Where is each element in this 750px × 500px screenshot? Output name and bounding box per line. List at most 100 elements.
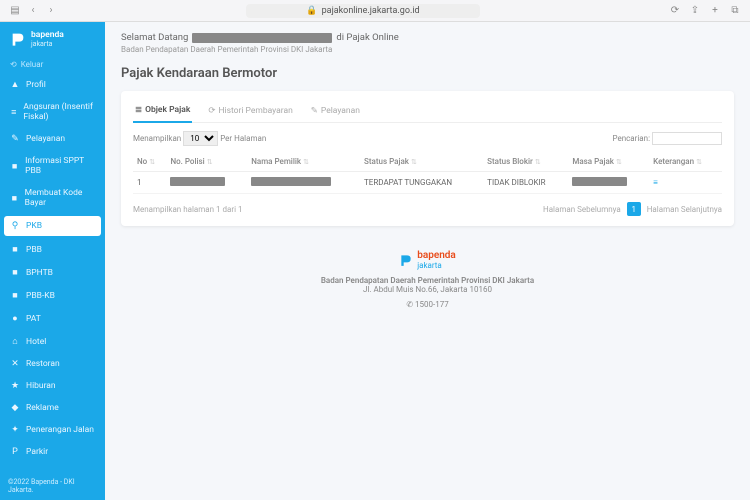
menu-icon: ⌂: [10, 336, 20, 347]
menu-icon: ●: [10, 313, 20, 324]
sidebar-item-hiburan[interactable]: ★ Hiburan: [0, 375, 105, 397]
footer-brand2: jakarta: [417, 261, 456, 270]
search-label: Pencarian:: [612, 134, 650, 143]
menu-icon: ✕: [10, 359, 20, 369]
footer-addr: Jl. Abdul Muis No.66, Jakarta 10160: [121, 285, 734, 294]
sidebar-item-pat[interactable]: ● PAT: [0, 307, 105, 330]
menu-label: Angsuran (Insentif Fiskal): [23, 102, 95, 122]
brand-logo: bapenda jakarta: [0, 22, 105, 56]
menu-icon: ⚲: [10, 221, 20, 231]
sidebar-item-informasi-sppt-pbb[interactable]: ■Informasi SPPT PBB: [0, 150, 105, 182]
welcome-pre: Selamat Datang: [121, 32, 188, 43]
content-card: ≣Objek Pajak ⟳Histori Pembayaran ✎Pelayana…: [121, 91, 734, 226]
tab-objek-pajak[interactable]: ≣Objek Pajak: [133, 101, 192, 123]
col-nama-pemilik[interactable]: Nama Pemilik⇅: [247, 152, 360, 172]
address-bar[interactable]: 🔒 pajakonline.jakarta.go.id: [246, 4, 479, 18]
sidebar-item-pelayanan[interactable]: ✎Pelayanan: [0, 128, 105, 150]
page-number[interactable]: 1: [627, 202, 641, 216]
sidebar-toggle-icon[interactable]: ▤: [8, 4, 22, 18]
sidebar-item-penerangan-jalan[interactable]: ✦Penerangan Jalan: [0, 419, 105, 441]
back-icon[interactable]: ‹: [26, 4, 40, 18]
col-no[interactable]: No⇅: [133, 152, 166, 172]
cell-no: 1: [133, 172, 166, 194]
col-masa-pajak[interactable]: Masa Pajak⇅: [568, 152, 649, 172]
tab-icon: ⟳: [208, 106, 215, 116]
sidebar-item-bphtb[interactable]: ■ BPHTB: [0, 261, 105, 284]
sidebar-item-membuat-kode-bayar[interactable]: ■ Membuat Kode Bayar: [0, 182, 105, 214]
sidebar-item-profil[interactable]: ▲Profil: [0, 73, 105, 96]
menu-label: PBB-KB: [26, 291, 55, 301]
sidebar-item-pkb[interactable]: ⚲PKB: [4, 216, 101, 236]
col-keterangan[interactable]: Keterangan⇅: [649, 152, 722, 172]
main-content: Selamat Datang di Pajak Online Badan Pen…: [105, 22, 750, 500]
tab-label: Histori Pembayaran: [218, 106, 292, 116]
col-status-blokir[interactable]: Status Blokir⇅: [483, 152, 568, 172]
logout-icon: ⟲: [10, 60, 17, 69]
menu-label: Restoran: [26, 359, 60, 369]
col-no-polisi[interactable]: No. Polisi⇅: [166, 152, 247, 172]
sort-icon: ⇅: [207, 158, 213, 166]
sidebar-item-parkir[interactable]: P Parkir: [0, 441, 105, 463]
next-page[interactable]: Halaman Selanjutnya: [647, 205, 722, 214]
sidebar-item-pbb[interactable]: ■PBB: [0, 238, 105, 261]
logout-link[interactable]: ⟲ Keluar: [0, 56, 105, 73]
prev-page[interactable]: Halaman Sebelumnya: [543, 205, 621, 214]
sidebar-item-restoran[interactable]: ✕ Restoran: [0, 353, 105, 375]
menu-label: Hotel: [26, 337, 46, 347]
row-action-icon[interactable]: ≡: [653, 178, 658, 187]
welcome-post: di Pajak Online: [336, 32, 398, 43]
sort-icon: ⇅: [303, 158, 309, 166]
redacted-masa: [572, 177, 627, 186]
welcome-sub: Badan Pendapatan Daerah Pemerintah Provi…: [121, 45, 734, 54]
sidebar-item-hotel[interactable]: ⌂ Hotel: [0, 330, 105, 353]
refresh-icon[interactable]: ⟳: [668, 4, 682, 18]
browser-toolbar: ▤ ‹ › 🔒 pajakonline.jakarta.go.id ⟳ ⇪ + …: [0, 0, 750, 22]
footer-org: Badan Pendapatan Daerah Pemerintah Provi…: [121, 276, 734, 285]
tabs-icon[interactable]: ⧉: [728, 4, 742, 18]
sort-icon: ⇅: [616, 158, 622, 166]
col-status-pajak[interactable]: Status Pajak⇅: [360, 152, 483, 172]
tab-histori-pembayaran[interactable]: ⟳Histori Pembayaran: [206, 101, 294, 122]
redacted-username: [192, 33, 332, 43]
menu-label: Parkir: [26, 447, 48, 457]
cell-status-pajak: TERDAPAT TUNGGAKAN: [360, 172, 483, 194]
menu-label: Membuat Kode Bayar: [25, 188, 95, 208]
menu-icon: ★: [10, 381, 20, 391]
menu-icon: ■: [10, 267, 20, 278]
cell-masa: [568, 172, 649, 194]
menu-icon: ■: [10, 290, 20, 301]
menu-icon: ■: [10, 193, 19, 204]
share-icon[interactable]: ⇪: [688, 4, 702, 18]
new-tab-icon[interactable]: +: [708, 4, 722, 18]
tab-bar: ≣Objek Pajak ⟳Histori Pembayaran ✎Pelayana…: [133, 101, 722, 123]
sidebar-item-pbb-kb[interactable]: ■ PBB-KB: [0, 284, 105, 307]
show-post: Per Halaman: [220, 134, 266, 143]
sidebar-item-angsuran-insentif-fiskal-[interactable]: ≡Angsuran (Insentif Fiskal): [0, 96, 105, 128]
cell-status-blokir: TIDAK DIBLOKIR: [483, 172, 568, 194]
menu-icon: P: [10, 447, 20, 457]
sort-icon: ⇅: [535, 158, 541, 166]
show-pre: Menampilkan: [133, 134, 181, 143]
menu-label: Hiburan: [26, 381, 56, 391]
menu-label: Informasi SPPT PBB: [25, 156, 95, 176]
tab-label: Pelayanan: [321, 106, 360, 116]
tab-icon: ≣: [135, 105, 142, 115]
forward-icon[interactable]: ›: [44, 4, 58, 18]
sidebar-menu: ▲Profil≡Angsuran (Insentif Fiskal)✎Pelay…: [0, 73, 105, 472]
footer-brand1: bapenda: [417, 250, 456, 261]
cell-nopol: [166, 172, 247, 194]
page-size-select[interactable]: 10: [183, 131, 218, 146]
tab-pelayanan[interactable]: ✎Pelayanan: [309, 101, 362, 122]
menu-label: PAT: [26, 314, 41, 324]
tab-label: Objek Pajak: [145, 105, 190, 115]
menu-icon: ■: [10, 244, 20, 255]
sidebar: bapenda jakarta ⟲ Keluar ▲Profil≡Angsura…: [0, 22, 105, 500]
sidebar-item-reklame[interactable]: ◆Reklame: [0, 397, 105, 419]
menu-label: BPHTB: [26, 268, 53, 278]
tab-icon: ✎: [311, 106, 318, 116]
cell-nama: [247, 172, 360, 194]
welcome-line: Selamat Datang di Pajak Online: [121, 32, 734, 43]
search-input[interactable]: [652, 132, 722, 145]
sort-icon: ⇅: [149, 158, 155, 166]
phone-icon: ✆: [406, 300, 413, 309]
